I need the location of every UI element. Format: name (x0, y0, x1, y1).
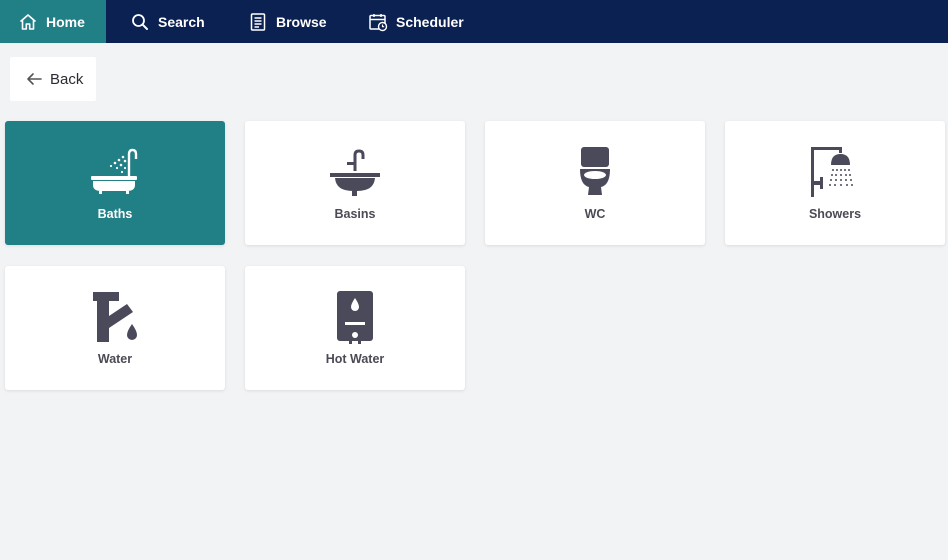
nav-scheduler[interactable]: Scheduler (342, 0, 480, 43)
nav-scheduler-label: Scheduler (396, 13, 464, 30)
basin-icon (327, 145, 383, 201)
nav-search-label: Search (158, 13, 205, 30)
tap-water-icon (87, 290, 143, 346)
tile-wc-label: WC (584, 207, 606, 221)
tile-wc[interactable]: WC (485, 121, 705, 245)
tile-basins-label: Basins (334, 207, 376, 221)
toilet-icon (567, 145, 623, 201)
tile-showers-label: Showers (808, 207, 862, 221)
calendar-clock-icon (368, 12, 388, 32)
nav-browse-label: Browse (276, 13, 327, 30)
nav-browse[interactable]: Browse (224, 0, 342, 43)
tile-baths[interactable]: Baths (5, 121, 225, 245)
search-icon (130, 12, 150, 32)
tile-water-label: Water (97, 352, 133, 366)
arrow-left-icon (25, 70, 43, 88)
nav-search[interactable]: Search (106, 0, 224, 43)
back-button-label: Back (50, 70, 84, 88)
top-nav-bar: Home Search Browse Scheduler (0, 0, 948, 43)
browse-list-icon (248, 12, 268, 32)
shower-icon (807, 145, 863, 201)
bath-icon (87, 145, 143, 201)
tile-water[interactable]: Water (5, 266, 225, 390)
tile-showers[interactable]: Showers (725, 121, 945, 245)
tile-hotwater[interactable]: Hot Water (245, 266, 465, 390)
water-heater-icon (327, 290, 383, 346)
tile-basins[interactable]: Basins (245, 121, 465, 245)
nav-home-label: Home (46, 13, 85, 30)
nav-home[interactable]: Home (0, 0, 106, 43)
home-icon (18, 12, 38, 32)
tile-baths-label: Baths (97, 207, 133, 221)
tile-hotwater-label: Hot Water (325, 352, 385, 366)
back-button[interactable]: Back (10, 57, 96, 101)
